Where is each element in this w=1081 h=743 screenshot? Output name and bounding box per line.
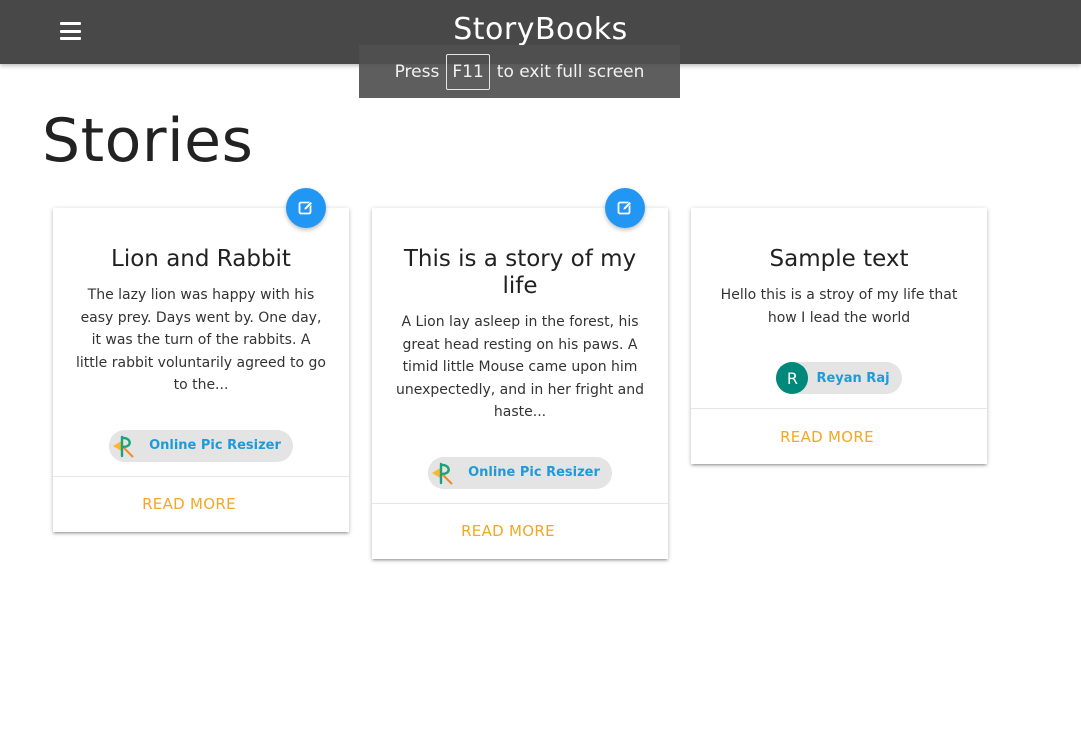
author-avatar: R bbox=[776, 362, 809, 394]
author-name: Reyan Raj bbox=[816, 370, 890, 386]
story-card: This is a story of my life A Lion lay as… bbox=[372, 188, 668, 559]
hamburger-menu-icon[interactable] bbox=[60, 22, 81, 40]
author-logo-icon bbox=[109, 429, 142, 462]
fullscreen-notice: Press F11 to exit full screen bbox=[359, 45, 680, 98]
card-content: Sample text Hello this is a stroy of my … bbox=[691, 208, 987, 408]
edit-icon bbox=[617, 201, 632, 215]
card-content: This is a story of my life A Lion lay as… bbox=[372, 208, 668, 503]
card-content: Lion and Rabbit The lazy lion was happy … bbox=[53, 208, 349, 476]
read-more-link[interactable]: READ MORE bbox=[142, 495, 236, 513]
fullscreen-notice-before: Press bbox=[394, 61, 440, 82]
author-chip[interactable]: Online Pic Resizer bbox=[109, 429, 293, 462]
brand-container: StoryBooks bbox=[0, 12, 1081, 47]
edit-story-button[interactable] bbox=[286, 188, 326, 228]
story-card: Lion and Rabbit The lazy lion was happy … bbox=[53, 188, 349, 532]
story-title: Lion and Rabbit bbox=[111, 246, 291, 272]
card-action: READ MORE bbox=[372, 502, 668, 559]
card-action: READ MORE bbox=[691, 408, 987, 464]
story-title: This is a story of my life bbox=[403, 246, 637, 299]
story-title: Sample text bbox=[769, 246, 909, 272]
fullscreen-notice-key: F11 bbox=[446, 53, 490, 90]
story-excerpt: Hello this is a stroy of my life that ho… bbox=[720, 287, 958, 326]
fullscreen-notice-after: to exit full screen bbox=[496, 61, 645, 82]
author-name: Online Pic Resizer bbox=[149, 438, 281, 453]
story-card: Sample text Hello this is a stroy of my … bbox=[691, 208, 987, 464]
story-excerpt: A Lion lay asleep in the forest, his gre… bbox=[396, 314, 644, 420]
edit-story-button[interactable] bbox=[605, 188, 645, 228]
author-chip[interactable]: R Reyan Raj bbox=[776, 362, 902, 394]
story-excerpt: The lazy lion was happy with his easy pr… bbox=[76, 287, 326, 393]
edit-icon bbox=[298, 201, 313, 215]
card-action: READ MORE bbox=[53, 475, 349, 532]
author-logo-icon bbox=[428, 456, 461, 489]
read-more-link[interactable]: READ MORE bbox=[780, 428, 874, 446]
brand-logo-link[interactable]: StoryBooks bbox=[453, 12, 628, 47]
page-title: Stories bbox=[42, 106, 254, 176]
author-name: Online Pic Resizer bbox=[468, 465, 600, 480]
read-more-link[interactable]: READ MORE bbox=[461, 522, 555, 540]
author-chip[interactable]: Online Pic Resizer bbox=[428, 456, 612, 489]
